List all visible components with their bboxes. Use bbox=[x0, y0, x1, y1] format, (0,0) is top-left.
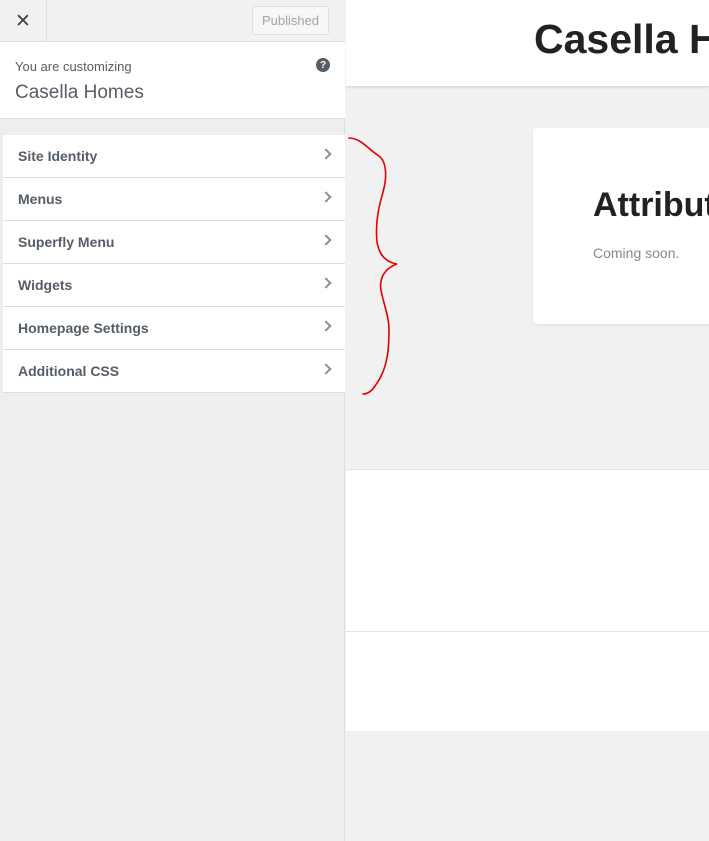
customizer-sidebar: ✕ Published You are customizing Casella … bbox=[0, 0, 345, 841]
preview-card-title: Attribut bbox=[593, 186, 709, 224]
close-icon[interactable]: ✕ bbox=[0, 0, 47, 42]
section-site-identity[interactable]: Site Identity bbox=[3, 135, 345, 178]
section-homepage-settings[interactable]: Homepage Settings bbox=[3, 307, 345, 350]
section-label: Menus bbox=[18, 191, 63, 207]
publish-button[interactable]: Published bbox=[252, 6, 329, 35]
site-name: Casella Homes bbox=[15, 82, 144, 103]
preview-site-title[interactable]: Casella H bbox=[534, 16, 709, 63]
customizer-info: You are customizing Casella Homes ? bbox=[0, 42, 345, 119]
chevron-right-icon bbox=[320, 148, 332, 160]
help-icon[interactable]: ? bbox=[316, 58, 330, 72]
section-label: Superfly Menu bbox=[18, 234, 115, 250]
preview-footer-section bbox=[346, 469, 709, 631]
preview-header: Casella H bbox=[346, 0, 709, 86]
section-label: Site Identity bbox=[18, 148, 98, 164]
section-label: Additional CSS bbox=[18, 363, 120, 379]
section-label: Homepage Settings bbox=[18, 320, 149, 336]
site-preview[interactable]: Casella H Attribut Coming soon. bbox=[346, 0, 709, 841]
chevron-right-icon bbox=[320, 234, 332, 246]
chevron-right-icon bbox=[320, 191, 332, 203]
preview-card: Attribut Coming soon. bbox=[533, 128, 709, 324]
preview-footer-bottom bbox=[346, 631, 709, 731]
chevron-right-icon bbox=[320, 277, 332, 289]
preview-card-text: Coming soon. bbox=[593, 245, 680, 261]
section-label: Widgets bbox=[18, 277, 73, 293]
chevron-right-icon bbox=[320, 363, 332, 375]
section-superfly-menu[interactable]: Superfly Menu bbox=[3, 221, 345, 264]
chevron-right-icon bbox=[320, 320, 332, 332]
customizer-header: ✕ Published bbox=[0, 0, 345, 42]
customizing-label: You are customizing bbox=[15, 59, 132, 74]
section-additional-css[interactable]: Additional CSS bbox=[3, 350, 345, 393]
customizer-sections: Site Identity Menus Superfly Menu Widget… bbox=[3, 135, 345, 393]
section-widgets[interactable]: Widgets bbox=[3, 264, 345, 307]
section-menus[interactable]: Menus bbox=[3, 178, 345, 221]
